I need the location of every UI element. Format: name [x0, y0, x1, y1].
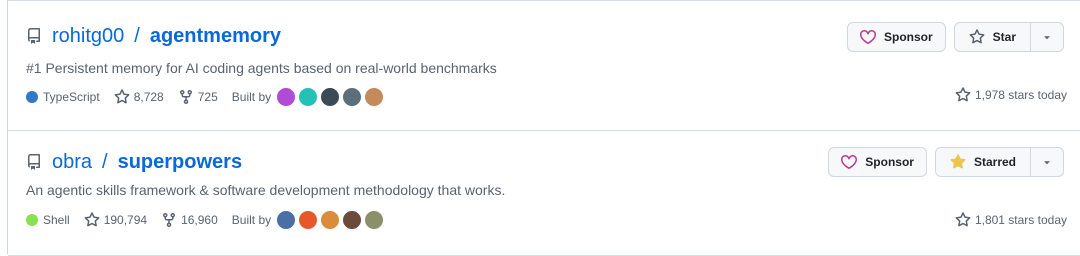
language-name: TypeScript	[43, 90, 100, 104]
avatar[interactable]	[298, 87, 319, 107]
language-name: Shell	[43, 213, 70, 227]
star-list-dropdown[interactable]	[1031, 147, 1064, 177]
forks-link[interactable]: 725	[178, 89, 218, 105]
repo-description: #1 Persistent memory for AI coding agent…	[26, 60, 497, 76]
built-by-label: Built by	[231, 213, 272, 227]
sponsor-button[interactable]: Sponsor	[828, 147, 927, 177]
fork-icon	[178, 89, 194, 105]
heart-icon	[859, 29, 876, 45]
forks-count: 725	[197, 90, 218, 104]
repo-slash: /	[134, 25, 140, 47]
stars-count: 190,794	[103, 213, 148, 227]
star-split-button: Star	[953, 22, 1064, 52]
stars-count: 8,728	[133, 90, 164, 104]
repo-description: An agentic skills framework & software d…	[26, 182, 506, 198]
trending-repo-list: rohitg00 / agentmemory #1 Persistent mem…	[7, 0, 1080, 256]
repo-title-link[interactable]: obra / superpowers	[26, 150, 242, 174]
language-color-dot	[26, 214, 38, 226]
contributor-avatars	[276, 87, 385, 107]
star-outline-icon	[84, 212, 100, 228]
avatar[interactable]	[342, 210, 363, 230]
avatar[interactable]	[320, 87, 341, 107]
star-button[interactable]: Star	[953, 22, 1031, 52]
avatar[interactable]	[364, 87, 385, 107]
language-color-dot	[26, 91, 38, 103]
repo-language: Shell	[26, 213, 70, 227]
repo-row: rohitg00 / agentmemory #1 Persistent mem…	[8, 4, 1080, 131]
caret-down-icon	[1041, 156, 1053, 168]
star-outline-icon	[969, 29, 985, 45]
heart-icon	[841, 154, 858, 170]
avatar[interactable]	[364, 210, 385, 230]
repo-title-link[interactable]: rohitg00 / agentmemory	[26, 24, 281, 48]
sponsor-button[interactable]: Sponsor	[846, 22, 946, 52]
repo-icon	[26, 154, 42, 170]
repo-owner[interactable]: rohitg00	[52, 24, 124, 48]
sponsor-label: Sponsor	[865, 155, 914, 169]
repo-name[interactable]: agentmemory	[150, 24, 281, 48]
fork-icon	[161, 212, 177, 228]
repo-slash: /	[102, 151, 108, 173]
star-outline-icon	[955, 212, 971, 228]
stars-today-text: 1,978 stars today	[974, 88, 1067, 102]
stars-today: 1,978 stars today	[955, 87, 1067, 103]
avatar[interactable]	[342, 87, 363, 107]
repo-owner[interactable]: obra	[52, 150, 92, 174]
stars-today: 1,801 stars today	[955, 212, 1067, 228]
built-by: Built by	[231, 210, 385, 230]
avatar[interactable]	[276, 87, 297, 107]
stars-link[interactable]: 190,794	[84, 212, 147, 228]
stars-link[interactable]: 8,728	[114, 89, 164, 105]
star-outline-icon	[114, 89, 130, 105]
repo-icon	[26, 28, 42, 44]
avatar[interactable]	[276, 210, 297, 230]
repo-meta: Shell 190,794 16,960 Built by	[26, 210, 385, 230]
star-list-dropdown[interactable]	[1031, 22, 1064, 52]
caret-down-icon	[1041, 31, 1053, 43]
starred-button[interactable]: Starred	[934, 147, 1031, 177]
star-split-button: Starred	[934, 147, 1064, 177]
stars-today-text: 1,801 stars today	[974, 213, 1067, 227]
repo-language: TypeScript	[26, 90, 100, 104]
avatar[interactable]	[298, 210, 319, 230]
contributor-avatars	[276, 210, 385, 230]
star-filled-icon	[950, 154, 966, 170]
top-divider	[8, 0, 1080, 1]
forks-count: 16,960	[181, 213, 218, 227]
repo-name[interactable]: superpowers	[118, 150, 242, 174]
repo-meta: TypeScript 8,728 725 Built by	[26, 87, 385, 107]
built-by-label: Built by	[231, 90, 272, 104]
forks-link[interactable]: 16,960	[161, 212, 218, 228]
built-by: Built by	[231, 87, 385, 107]
star-outline-icon	[955, 87, 971, 103]
repo-actions: Sponsor Starred	[828, 147, 1064, 177]
star-label: Star	[992, 30, 1016, 44]
repo-actions: Sponsor Star	[846, 22, 1064, 52]
repo-row: obra / superpowers An agentic skills fra…	[8, 129, 1080, 256]
sponsor-label: Sponsor	[883, 30, 933, 44]
star-label: Starred	[973, 155, 1016, 169]
avatar[interactable]	[320, 210, 341, 230]
